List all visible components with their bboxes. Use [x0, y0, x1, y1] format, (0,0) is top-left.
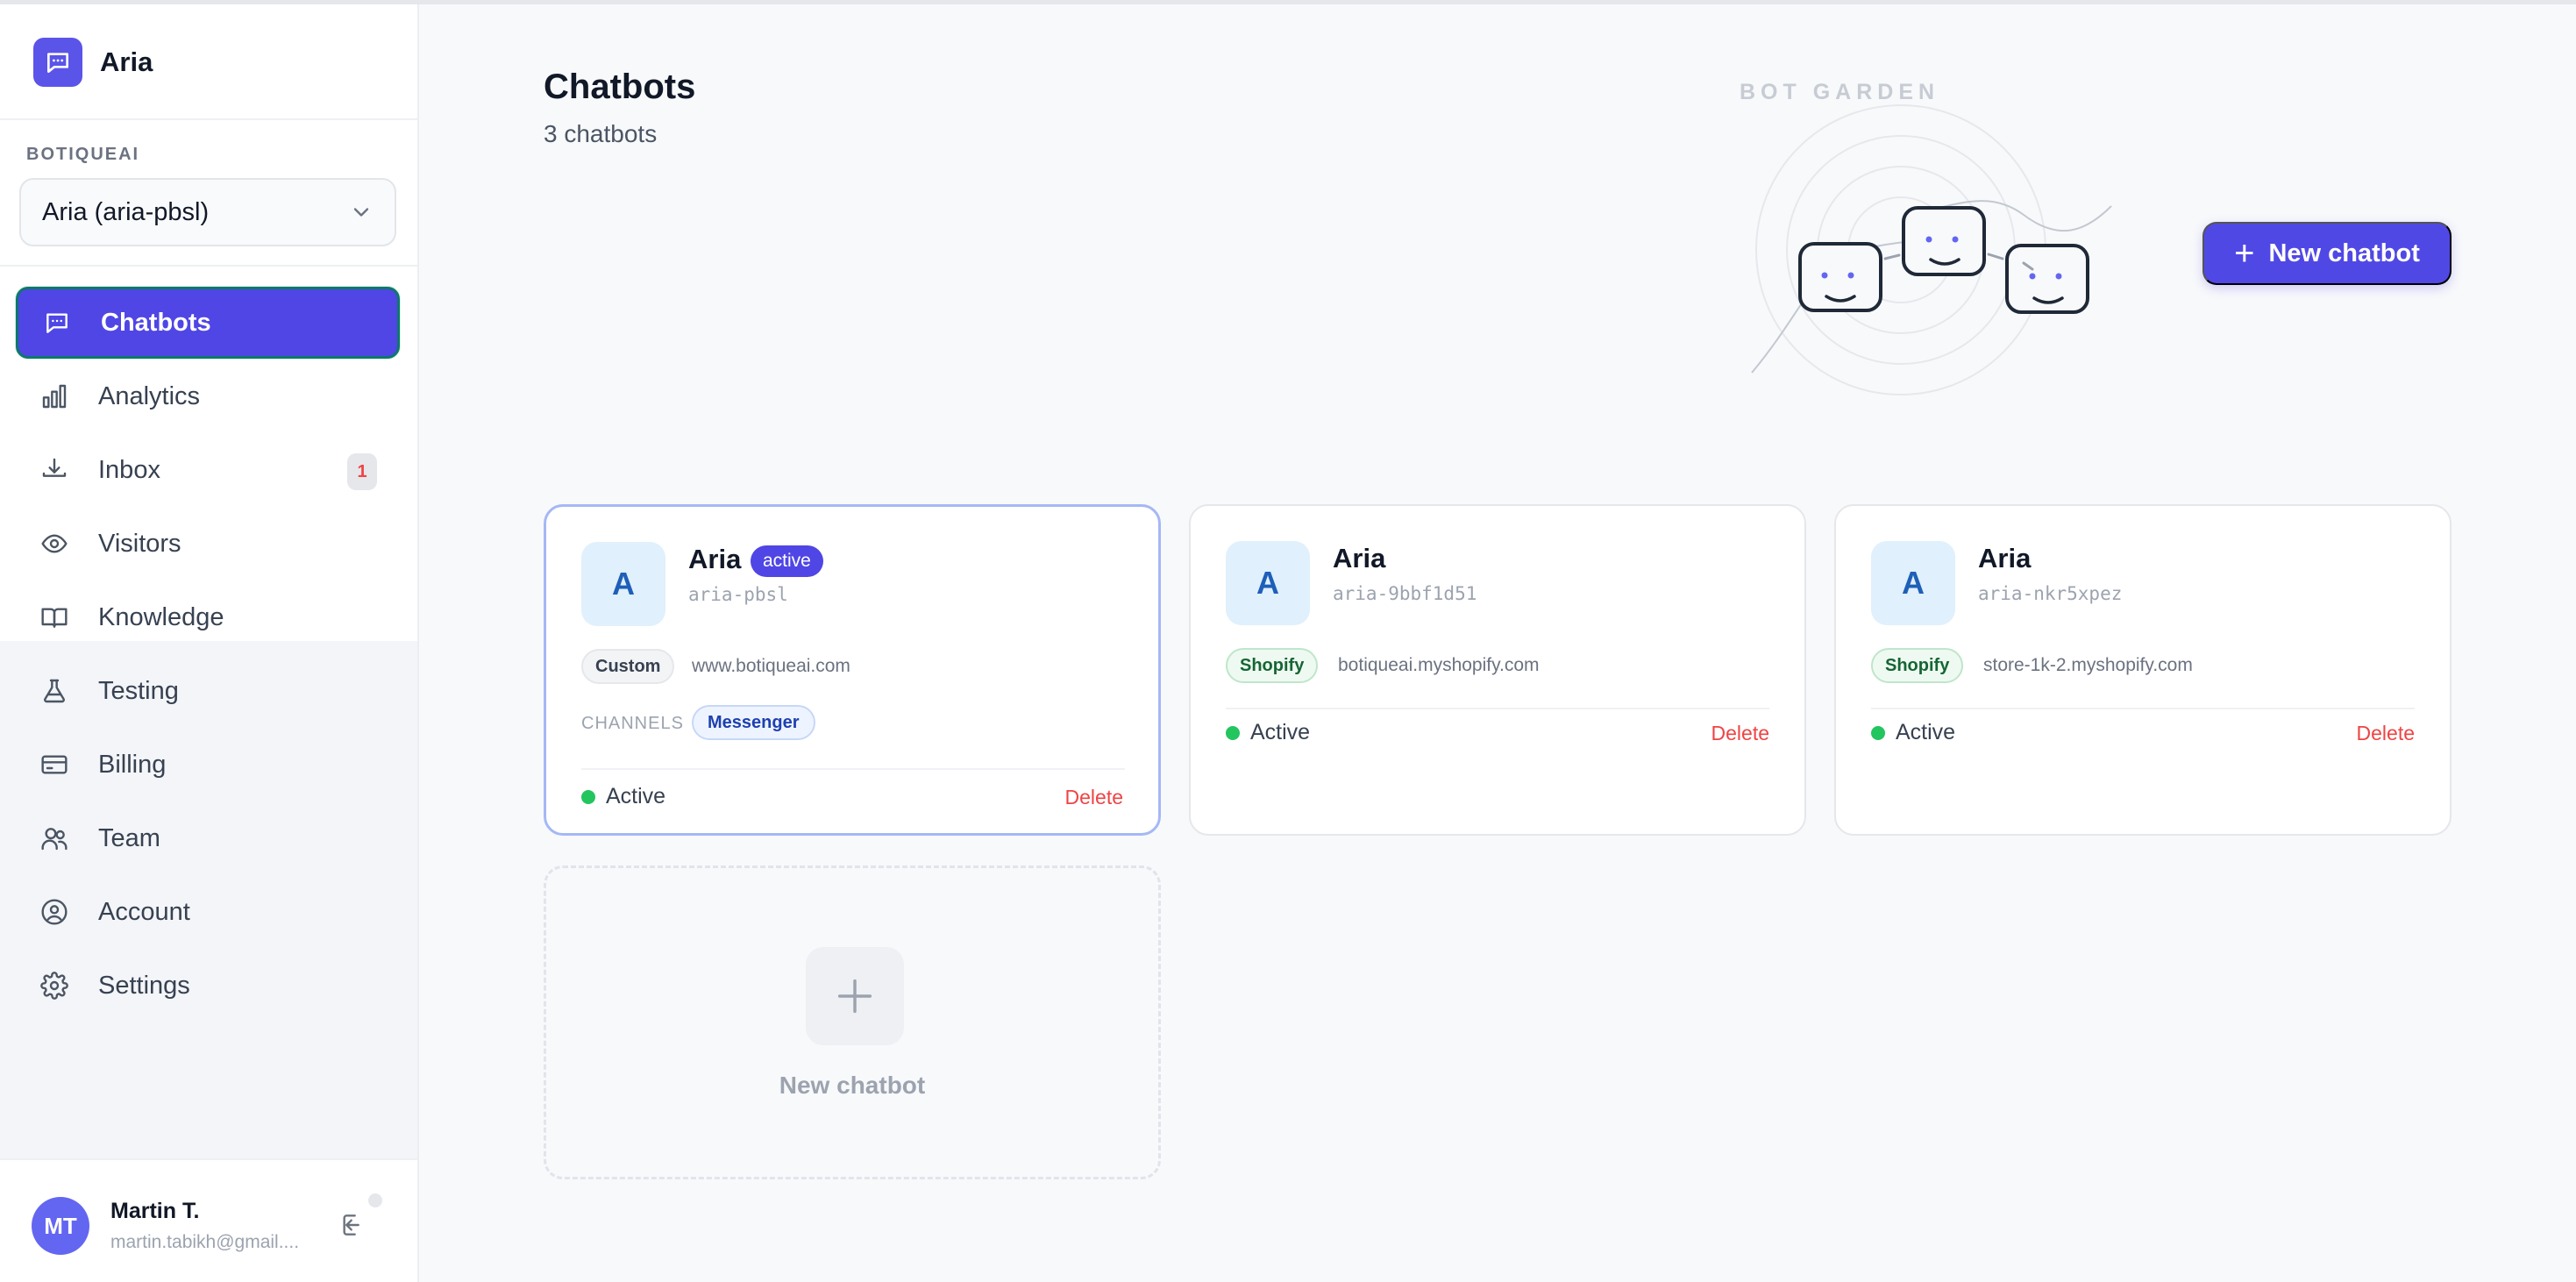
logout-icon	[343, 1214, 359, 1236]
sidebar-item-label: Analytics	[98, 381, 201, 410]
users-icon	[39, 823, 70, 854]
sidebar-item-label: Team	[98, 823, 160, 852]
channels-label: CHANNELS	[581, 714, 684, 733]
status-text: Active	[1250, 720, 1311, 744]
sidebar-item-settings[interactable]: Settings	[16, 950, 400, 1022]
chatbot-count: 3 chatbots	[544, 120, 658, 147]
sidebar-divider	[0, 118, 417, 120]
sidebar-item-label: Knowledge	[98, 602, 224, 631]
sidebar-item-knowledge[interactable]: Knowledge	[16, 581, 400, 653]
hero-label: BOT GARDEN	[1740, 80, 1940, 104]
status-dot	[1226, 725, 1240, 740]
chatbot-name: Aria	[688, 544, 742, 574]
new-chatbot-button-label: New chatbot	[2268, 239, 2420, 267]
eye-icon	[39, 528, 70, 559]
chatbot-slug: aria-nkr5xpez	[1978, 583, 2123, 604]
status-text: Active	[1896, 720, 1956, 744]
sidebar-nav: Chatbots Analytics Inbox 1 Visitors Know…	[16, 287, 400, 1023]
sidebar-item-team[interactable]: Team	[16, 802, 400, 874]
card-divider	[581, 768, 1125, 770]
logout-button[interactable]	[338, 1211, 370, 1243]
status-row: Active	[1226, 720, 1310, 745]
sidebar-item-inbox[interactable]: Inbox 1	[16, 434, 400, 506]
sidebar-item-testing[interactable]: Testing	[16, 655, 400, 727]
sidebar-item-label: Settings	[98, 971, 190, 1000]
workspace-label: BOTIQUEAI	[26, 145, 140, 164]
chatbot-name: Aria	[1333, 543, 1386, 573]
sidebar-item-label: Billing	[98, 750, 167, 779]
chat-icon	[41, 307, 73, 338]
new-chatbot-card-label: New chatbot	[779, 1072, 926, 1099]
bar-chart-icon	[39, 381, 70, 412]
chatbot-domain: store-1k-2.myshopify.com	[1983, 655, 2193, 675]
new-chatbot-card[interactable]: New chatbot	[544, 865, 1161, 1179]
chevron-down-icon	[353, 208, 369, 217]
sidebar-item-visitors[interactable]: Visitors	[16, 508, 400, 580]
status-row: Active	[1871, 720, 1955, 745]
user-email: martin.tabikh@gmail....	[110, 1232, 300, 1252]
sidebar-divider	[0, 265, 417, 267]
delete-button[interactable]: Delete	[2357, 722, 2415, 745]
delete-button[interactable]: Delete	[1711, 722, 1769, 745]
sidebar-item-account[interactable]: Account	[16, 876, 400, 948]
credit-card-icon	[39, 749, 70, 780]
chatbot-domain: www.botiqueai.com	[692, 656, 850, 676]
platform-tag: Shopify	[1871, 648, 1964, 683]
user-profile: MT Martin T. martin.tabikh@gmail....	[0, 1158, 417, 1282]
sidebar-item-chatbots[interactable]: Chatbots	[16, 287, 400, 359]
chatbot-avatar: A	[1226, 541, 1310, 625]
status-text: Active	[606, 784, 666, 808]
chatbot-slug: aria-9bbf1d51	[1333, 583, 1477, 604]
sidebar: Aria BOTIQUEAI Aria (aria-pbsl) Chatbots…	[0, 4, 419, 1282]
status-dot	[581, 789, 595, 804]
sidebar-item-analytics[interactable]: Analytics	[16, 360, 400, 432]
card-divider	[1871, 708, 2415, 709]
sidebar-item-label: Visitors	[98, 529, 181, 558]
chat-bubble-logo-icon	[33, 38, 82, 87]
gear-icon	[39, 970, 70, 1001]
new-chatbot-button[interactable]: + New chatbot	[2202, 222, 2451, 285]
chatbot-card[interactable]: A Aria active aria-pbsl Custom www.botiq…	[544, 504, 1161, 836]
chatbot-slug: aria-pbsl	[688, 584, 788, 605]
brand[interactable]: Aria	[33, 38, 153, 87]
status-row: Active	[581, 784, 665, 809]
book-icon	[39, 602, 70, 633]
bot-selector[interactable]: Aria (aria-pbsl)	[19, 178, 396, 246]
flask-icon	[39, 675, 70, 707]
bot-selector-value: Aria (aria-pbsl)	[42, 197, 210, 226]
plus-icon	[806, 947, 904, 1045]
platform-tag: Shopify	[1226, 648, 1319, 683]
sidebar-item-billing[interactable]: Billing	[16, 729, 400, 801]
plus-icon: +	[2234, 234, 2255, 273]
inbox-icon	[39, 454, 70, 486]
platform-tag: Custom	[581, 649, 675, 684]
main-content: Chatbots 3 chatbots BOT GARDEN + New cha…	[419, 4, 2576, 1282]
page-title: Chatbots	[544, 68, 696, 106]
delete-button[interactable]: Delete	[1065, 786, 1123, 809]
user-circle-icon	[39, 896, 70, 928]
status-dot	[1871, 725, 1885, 740]
avatar[interactable]: MT	[32, 1197, 89, 1255]
inbox-unread-badge: 1	[347, 453, 377, 490]
chatbot-domain: botiqueai.myshopify.com	[1338, 655, 1540, 675]
sidebar-item-label: Inbox	[98, 455, 160, 484]
chatbot-avatar: A	[581, 542, 665, 626]
chatbot-card[interactable]: A Aria aria-nkr5xpez Shopify store-1k-2.…	[1834, 504, 2451, 836]
sidebar-item-label: Account	[98, 897, 190, 926]
sidebar-item-label: Chatbots	[101, 308, 211, 337]
presence-dot	[368, 1193, 382, 1207]
chatbot-avatar: A	[1871, 541, 1955, 625]
sidebar-item-label: Testing	[98, 676, 179, 705]
channel-tag: Messenger	[692, 705, 815, 740]
user-name: Martin T.	[110, 1199, 200, 1223]
bot-garden-illustration	[1751, 104, 2112, 395]
chatbot-card[interactable]: A Aria aria-9bbf1d51 Shopify botiqueai.m…	[1189, 504, 1806, 836]
brand-name: Aria	[100, 46, 153, 77]
card-divider	[1226, 708, 1769, 709]
chatbot-name: Aria	[1978, 543, 2032, 573]
active-badge: active	[751, 545, 823, 577]
